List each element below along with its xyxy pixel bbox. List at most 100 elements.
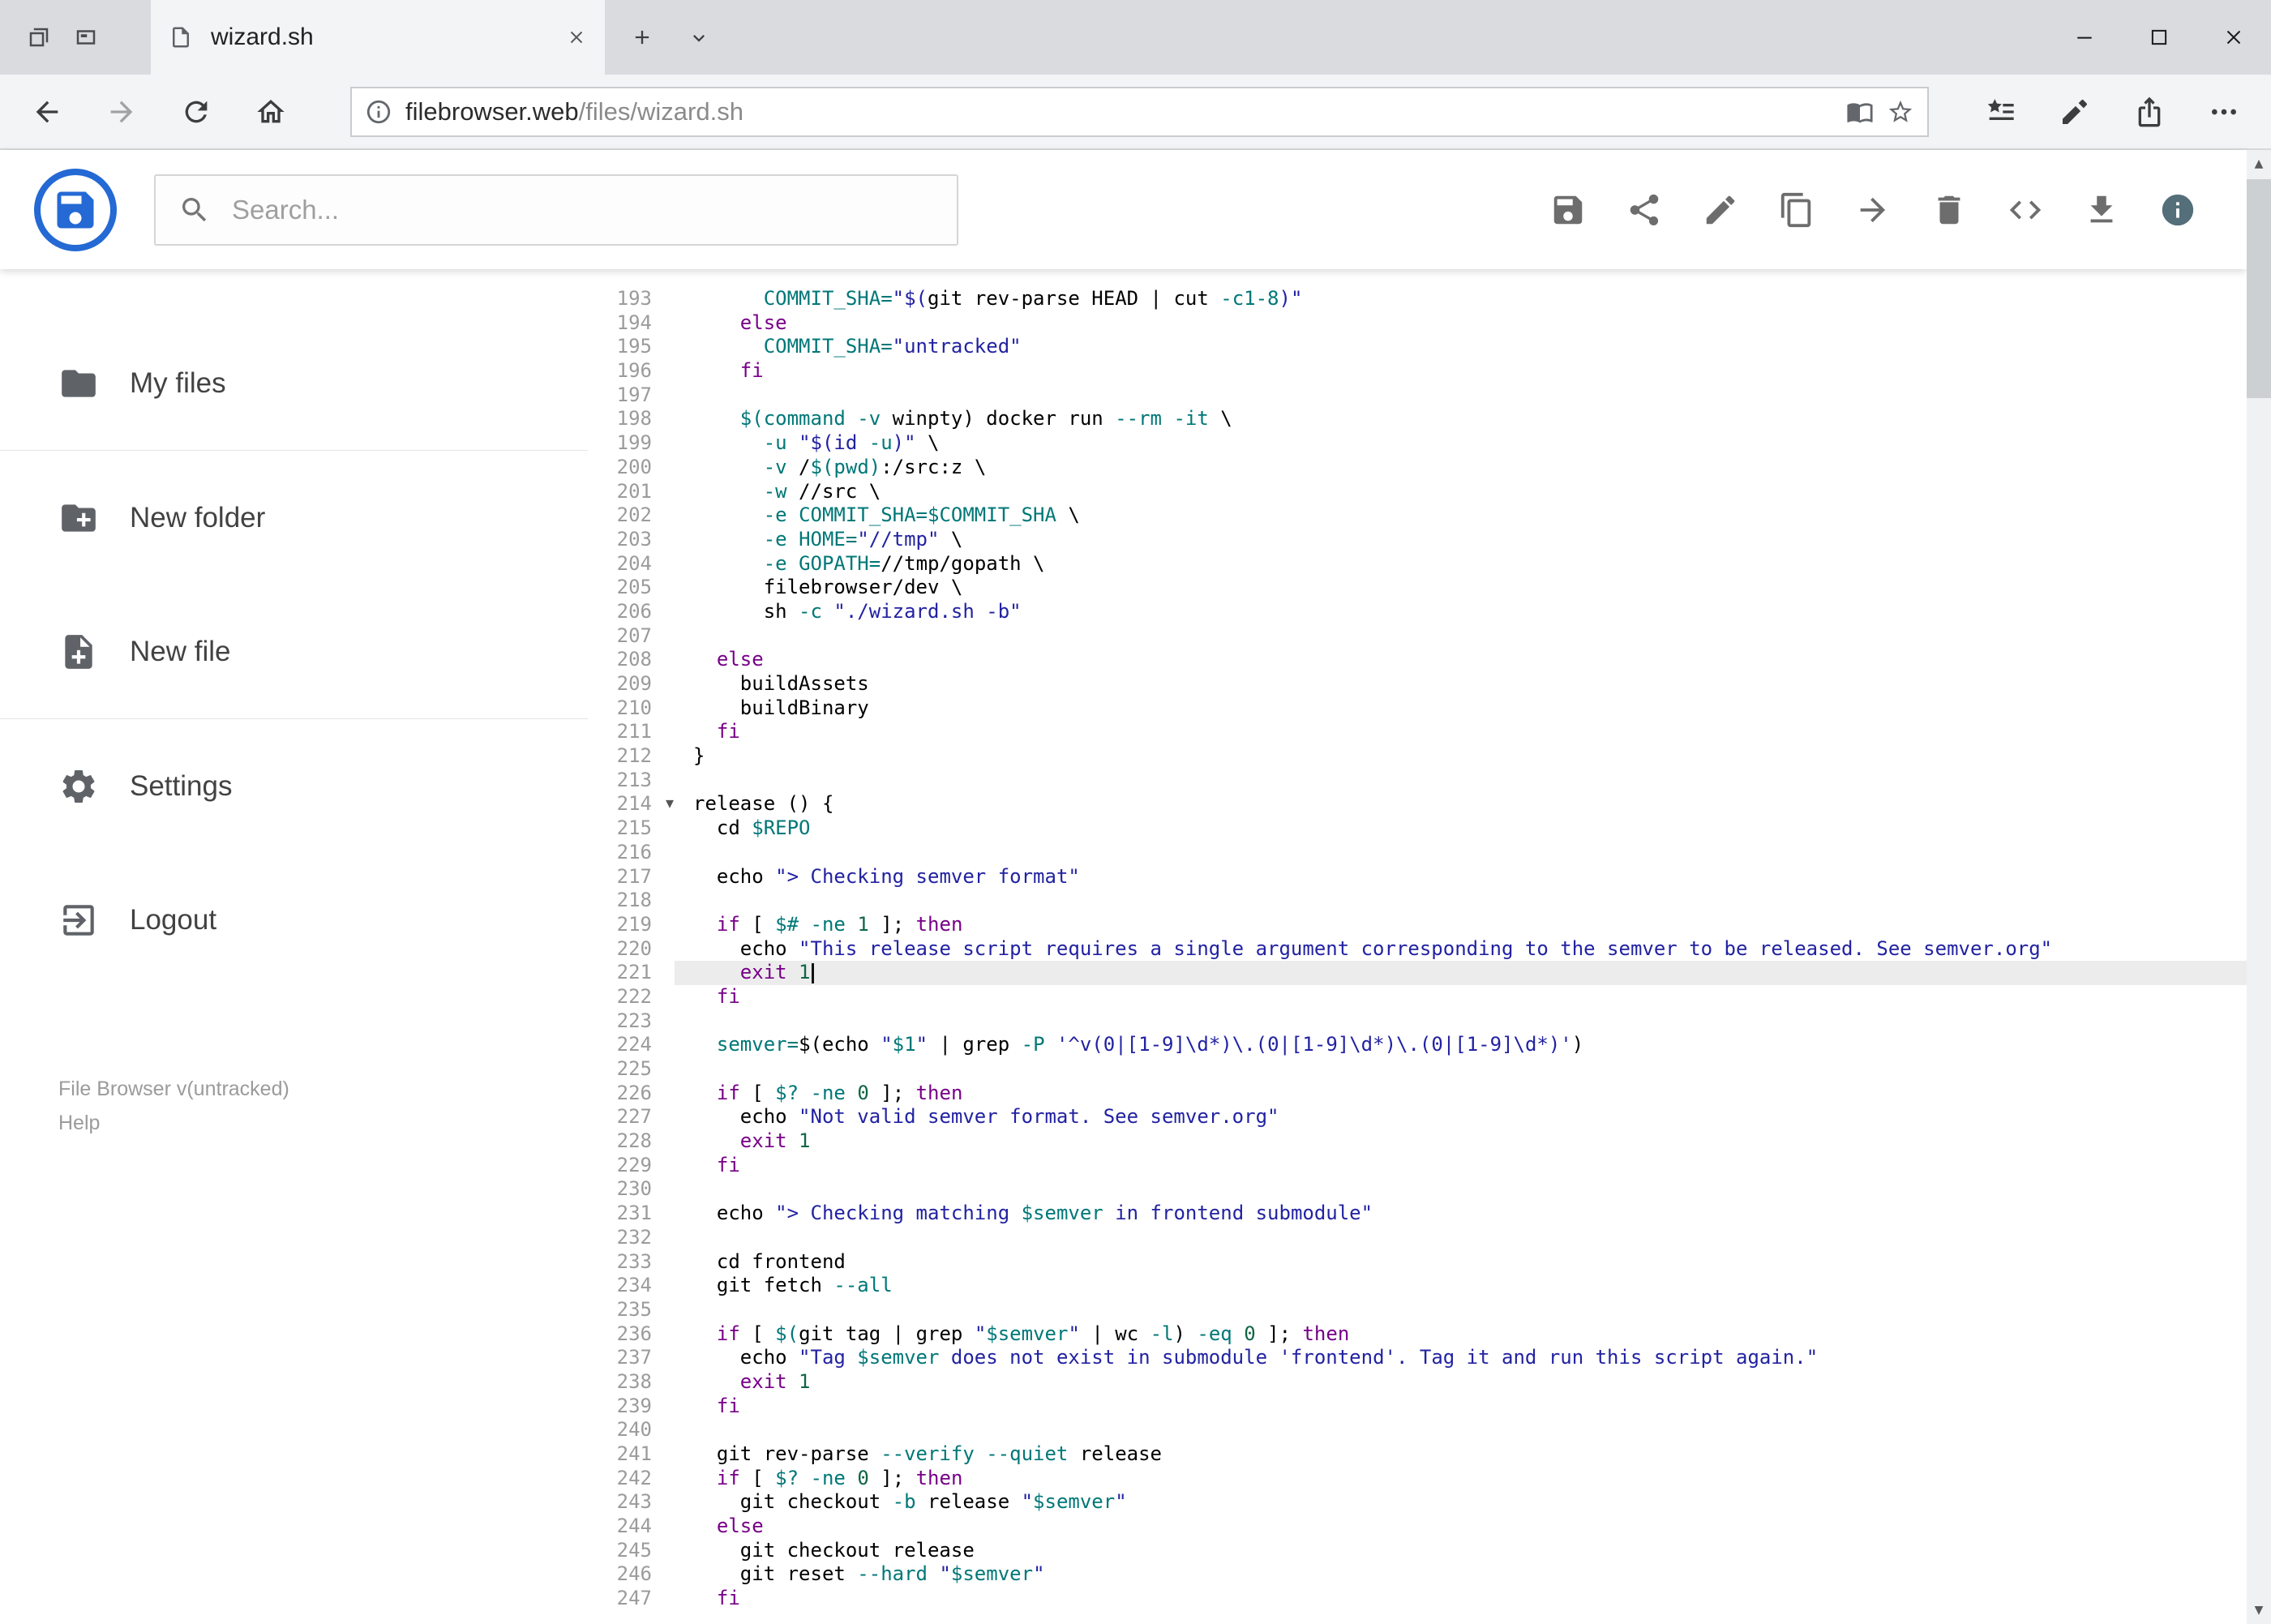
code-line[interactable]: 220 echo "This release script requires a…	[588, 937, 2247, 962]
code-line[interactable]: 193 COMMIT_SHA="$(git rev-parse HEAD | c…	[588, 287, 2247, 311]
copy-button[interactable]	[1770, 183, 1823, 237]
code-line[interactable]: 239 fi	[588, 1395, 2247, 1419]
new-tab-button[interactable]	[623, 13, 662, 62]
code-line[interactable]: 200 -v /$(pwd):/src:z \	[588, 456, 2247, 480]
code-line[interactable]: 230	[588, 1177, 2247, 1202]
sidebar-item-settings[interactable]: Settings	[0, 719, 588, 853]
code-line[interactable]: 226 if [ $? -ne 0 ]; then	[588, 1082, 2247, 1106]
share-button[interactable]	[1618, 183, 1671, 237]
code-line[interactable]: 238 exit 1	[588, 1370, 2247, 1395]
fold-arrow-icon[interactable]: ▾	[666, 791, 674, 816]
code-line[interactable]: 223	[588, 1009, 2247, 1034]
code-line[interactable]: 199 -u "$(id -u)" \	[588, 431, 2247, 456]
download-button[interactable]	[2075, 183, 2128, 237]
code-line[interactable]: 237 echo "Tag $semver does not exist in …	[588, 1346, 2247, 1370]
code-line[interactable]: 216	[588, 841, 2247, 865]
code-line[interactable]: 227 echo "Not valid semver format. See s…	[588, 1105, 2247, 1129]
site-info-icon[interactable]	[365, 98, 392, 126]
code-line[interactable]: 202 -e COMMIT_SHA=$COMMIT_SHA \	[588, 503, 2247, 528]
code-line[interactable]: 205 filebrowser/dev \	[588, 576, 2247, 600]
code-line[interactable]: 207	[588, 624, 2247, 649]
favorites-hub-icon[interactable]	[1963, 79, 2037, 144]
code-line[interactable]: 243 git checkout -b release "$semver"	[588, 1490, 2247, 1515]
code-line[interactable]: 246 git reset --hard "$semver"	[588, 1562, 2247, 1587]
code-editor[interactable]: 193 COMMIT_SHA="$(git rev-parse HEAD | c…	[588, 269, 2247, 1624]
search-box[interactable]	[154, 174, 958, 246]
code-line[interactable]: 215 cd $REPO	[588, 816, 2247, 841]
sidebar-item-my-files[interactable]: My files	[0, 316, 588, 450]
code-line[interactable]: 236 if [ $(git tag | grep "$semver" | wc…	[588, 1322, 2247, 1347]
code-line[interactable]: 212}	[588, 744, 2247, 769]
info-button[interactable]	[2151, 183, 2205, 237]
code-line[interactable]: 219 if [ $# -ne 1 ]; then	[588, 913, 2247, 937]
code-line[interactable]: 247 fi	[588, 1587, 2247, 1611]
code-line[interactable]: 235	[588, 1298, 2247, 1322]
delete-button[interactable]	[1922, 183, 1976, 237]
code-line[interactable]: 242 if [ $? -ne 0 ]; then	[588, 1467, 2247, 1491]
favorite-star-icon[interactable]	[1887, 98, 1914, 126]
code-line[interactable]: 197	[588, 384, 2247, 408]
code-line[interactable]: 233 cd frontend	[588, 1250, 2247, 1275]
back-button[interactable]	[10, 79, 84, 144]
code-line[interactable]: 198 $(command -v winpty) docker run --rm…	[588, 407, 2247, 431]
code-line[interactable]: 208 else	[588, 648, 2247, 672]
code-line[interactable]: 195 COMMIT_SHA="untracked"	[588, 335, 2247, 359]
code-line[interactable]: 222 fi	[588, 985, 2247, 1009]
address-bar[interactable]: filebrowser.web/files/wizard.sh	[350, 86, 1929, 137]
scroll-up-icon[interactable]: ▲	[2247, 150, 2271, 178]
refresh-button[interactable]	[159, 79, 234, 144]
set-tabs-aside-icon[interactable]	[19, 13, 58, 62]
code-line[interactable]: 244 else	[588, 1515, 2247, 1539]
sidebar-item-new-folder[interactable]: New folder	[0, 451, 588, 585]
code-line[interactable]: 209 buildAssets	[588, 672, 2247, 696]
code-line[interactable]: 229 fi	[588, 1154, 2247, 1178]
code-line[interactable]: 213	[588, 769, 2247, 793]
home-button[interactable]	[234, 79, 308, 144]
code-line[interactable]: 194 else	[588, 311, 2247, 336]
code-line[interactable]: 245 git checkout release	[588, 1539, 2247, 1563]
annotate-pen-icon[interactable]	[2037, 79, 2112, 144]
code-line[interactable]: 206 sh -c "./wizard.sh -b"	[588, 600, 2247, 624]
code-line[interactable]: 196 fi	[588, 359, 2247, 384]
forward-button[interactable]	[84, 79, 159, 144]
scroll-down-icon[interactable]: ▼	[2247, 1596, 2271, 1624]
tabs-dropdown-chevron-icon[interactable]	[679, 13, 718, 62]
page-scrollbar[interactable]: ▲ ▼	[2247, 150, 2271, 1624]
minimize-button[interactable]	[2047, 0, 2122, 75]
edit-button[interactable]	[1694, 183, 1747, 237]
code-line[interactable]: 231 echo "> Checking matching $semver in…	[588, 1202, 2247, 1226]
sidebar-item-logout[interactable]: Logout	[0, 853, 588, 987]
close-button[interactable]	[2196, 0, 2271, 75]
code-line[interactable]: 228 exit 1	[588, 1129, 2247, 1154]
reading-view-icon[interactable]	[1846, 98, 1874, 126]
code-line[interactable]: 225	[588, 1057, 2247, 1082]
share-page-icon[interactable]	[2112, 79, 2187, 144]
tab-preview-icon[interactable]	[66, 13, 105, 62]
search-input[interactable]	[232, 194, 934, 225]
code-line[interactable]: 204 -e GOPATH=//tmp/gopath \	[588, 552, 2247, 576]
code-line[interactable]: 221 exit 1	[588, 961, 2247, 985]
help-link[interactable]: Help	[58, 1106, 100, 1140]
code-view-button[interactable]	[1999, 183, 2052, 237]
maximize-button[interactable]	[2122, 0, 2196, 75]
code-line[interactable]: 203 -e HOME="//tmp" \	[588, 528, 2247, 552]
code-line[interactable]: 214 ▾ release () {	[588, 792, 2247, 816]
move-button[interactable]	[1846, 183, 1900, 237]
more-options-icon[interactable]	[2187, 79, 2261, 144]
code-line[interactable]: 224 semver=$(echo "$1" | grep -P '^v(0|[…	[588, 1033, 2247, 1057]
save-button[interactable]	[1541, 183, 1595, 237]
scrollbar-thumb[interactable]	[2247, 179, 2271, 398]
code-line[interactable]: 217 echo "> Checking semver format"	[588, 865, 2247, 889]
code-line[interactable]: 232	[588, 1226, 2247, 1250]
sidebar-item-new-file[interactable]: New file	[0, 585, 588, 718]
code-line[interactable]: 218	[588, 889, 2247, 913]
code-line[interactable]: 201 -w //src \	[588, 480, 2247, 504]
code-line[interactable]: 240	[588, 1418, 2247, 1442]
browser-tab[interactable]: wizard.sh	[151, 0, 605, 75]
code-line[interactable]: 211 fi	[588, 720, 2247, 744]
tab-close-icon[interactable]	[566, 27, 587, 48]
url-text[interactable]: filebrowser.web/files/wizard.sh	[405, 97, 1833, 126]
code-line[interactable]: 210 buildBinary	[588, 696, 2247, 721]
code-line[interactable]: 234 git fetch --all	[588, 1274, 2247, 1298]
code-line[interactable]: 241 git rev-parse --verify --quiet relea…	[588, 1442, 2247, 1467]
